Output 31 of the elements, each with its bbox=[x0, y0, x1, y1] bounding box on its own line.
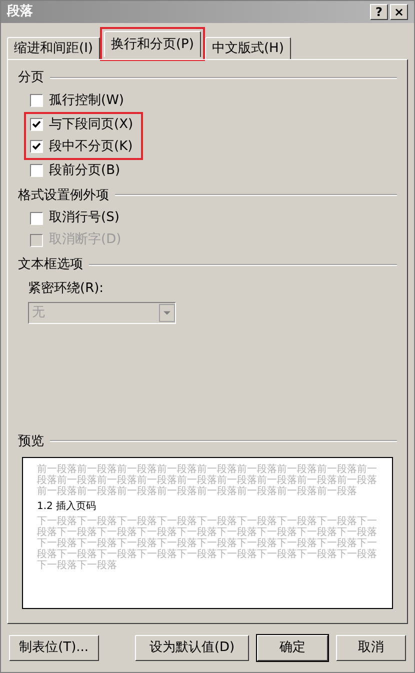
preview-heading: 1.2 插入页码 bbox=[37, 501, 98, 512]
checkbox-label: 取消行号(S) bbox=[49, 209, 120, 228]
cancel-button[interactable]: 取消 bbox=[336, 635, 406, 661]
checkmark-icon bbox=[32, 142, 41, 151]
help-button[interactable]: ? bbox=[370, 4, 388, 20]
checkmark-icon bbox=[32, 120, 41, 129]
preview-previous-paragraph: 前一段落前一段落前一段落前一段落前一段落前一段落前一段落前一段落前一段落前一段落前一段落前一段落前一段落前一段落前一段落前一段落前一段落前一段落前一段落前一段落前一段落前一段落前一段落前一段落前一段落 bbox=[37, 464, 378, 497]
checkbox-label: 取消断字(D) bbox=[49, 231, 122, 250]
tab[interactable]: 缩进和间距(I) bbox=[7, 37, 100, 59]
tabs-button[interactable]: 制表位(T)... bbox=[9, 635, 99, 661]
dropdown-label: 紧密环绕(R): bbox=[28, 280, 105, 298]
section-heading: 文本框选项 bbox=[18, 256, 83, 274]
section-heading: 预览 bbox=[18, 432, 44, 450]
window-title: 段落 bbox=[7, 3, 34, 22]
ok-button[interactable]: 确定 bbox=[257, 635, 328, 661]
checkbox-label: 段前分页(B) bbox=[49, 162, 120, 180]
section-heading: 格式设置例外项 bbox=[18, 186, 109, 204]
checkbox[interactable] bbox=[30, 140, 43, 153]
section-heading: 分页 bbox=[18, 69, 44, 87]
checkbox[interactable] bbox=[30, 94, 43, 107]
checkbox[interactable] bbox=[30, 212, 43, 224]
preview-next-paragraph: 下一段落下一段落下一段落下一段落下一段落下一段落下一段落下一段落下一段落下一段落下一段落下一段落下一段落下一段落下一段落下一段落下一段落下一段落下一段落下一段落下一段落下一段落下一段落下一段落下一段落下一段落下一段落下一段落下一段落下一段落下一段落下一段落下一段落下一段落下一段落下一段落 bbox=[37, 516, 378, 571]
checkbox-label: 孤行控制(W) bbox=[49, 92, 124, 110]
tab[interactable]: 换行和分页(P) bbox=[104, 31, 201, 57]
tab[interactable]: 中文版式(H) bbox=[204, 37, 291, 59]
checkbox[interactable] bbox=[30, 118, 43, 131]
set-default-button[interactable]: 设为默认值(D) bbox=[134, 635, 250, 661]
checkbox-label: 与下段同页(X) bbox=[49, 116, 134, 134]
close-button[interactable]: × bbox=[390, 4, 408, 20]
checkbox-label: 段中不分页(K) bbox=[49, 138, 133, 156]
checkbox[interactable] bbox=[30, 164, 43, 177]
